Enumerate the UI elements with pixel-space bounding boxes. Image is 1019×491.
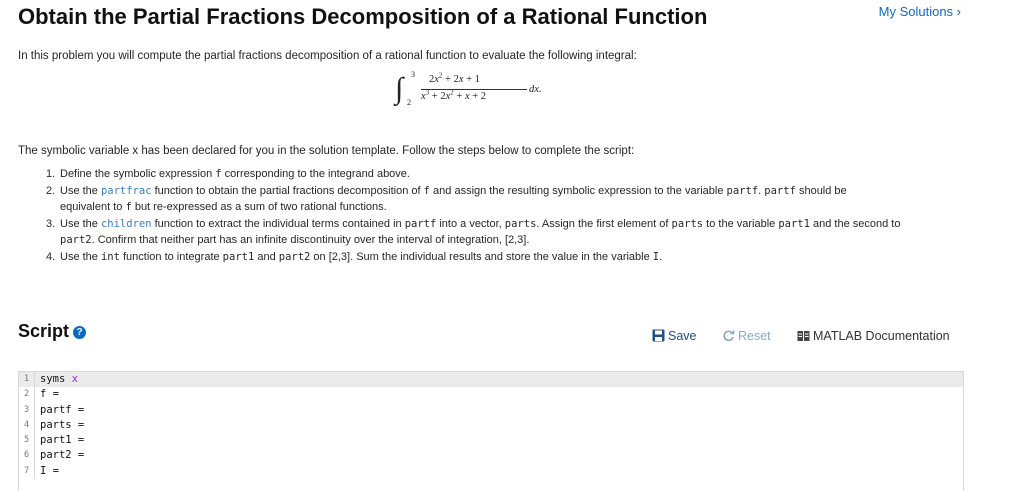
matlab-documentation-link[interactable]: MATLAB Documentation: [797, 329, 950, 343]
code-line[interactable]: 3 partf =: [19, 402, 963, 418]
line-number: 5: [19, 433, 35, 449]
code-editor[interactable]: 1 syms x 2 f = 3 partf = 4 parts = 5 par…: [18, 371, 964, 491]
code-line[interactable]: 4 parts =: [19, 417, 963, 434]
step-item: 4. Use the int function to integrate par…: [46, 250, 663, 263]
line-number: 2: [19, 387, 35, 403]
step-item: 1. Define the symbolic expression f corr…: [46, 168, 410, 180]
line-number: 3: [19, 402, 35, 418]
page-title: Obtain the Partial Fractions Decompositi…: [18, 4, 708, 29]
integrand-numerator: 2x2 + 2x + 1: [429, 71, 480, 85]
integral-dx: dx.: [529, 84, 542, 95]
save-button[interactable]: Save: [652, 329, 697, 343]
step-item: 2. Use the partfrac function to obtain t…: [46, 184, 847, 214]
code-line[interactable]: 6 part2 =: [19, 448, 963, 464]
code-line[interactable]: 5 part1 =: [19, 433, 963, 449]
book-icon: [797, 331, 810, 341]
code-line[interactable]: 7 I =: [19, 463, 963, 480]
code-text[interactable]: I =: [40, 464, 59, 479]
refresh-icon: [723, 330, 735, 342]
children-doc-link[interactable]: children: [101, 218, 152, 230]
code-text[interactable]: syms x: [40, 372, 78, 387]
fraction-bar: [421, 89, 527, 90]
reset-button[interactable]: Reset: [722, 329, 771, 343]
step-item: 3. Use the children function to extract …: [46, 217, 901, 247]
question-circle-icon[interactable]: ?: [73, 326, 87, 339]
line-number: 6: [19, 448, 35, 464]
code-text[interactable]: part2 =: [40, 448, 84, 463]
integral-upper-limit: 3: [411, 70, 415, 79]
code-text[interactable]: f =: [40, 387, 59, 402]
line-number: 7: [19, 463, 35, 480]
script-heading: Script?: [18, 321, 87, 342]
integral-expression: ∫ 3 2 2x2 + 2x + 1 x3 + 2x2 + x + 2 dx.: [395, 70, 575, 112]
code-text[interactable]: partf =: [40, 403, 84, 418]
code-line[interactable]: 2 f =: [19, 387, 963, 403]
code-text[interactable]: part1 =: [40, 433, 84, 448]
instructions-paragraph: The symbolic variable x has been declare…: [18, 145, 635, 157]
integrand-denominator: x3 + 2x2 + x + 2: [421, 88, 487, 102]
code-text[interactable]: parts =: [40, 418, 84, 433]
line-number: 1: [19, 372, 35, 388]
code-line[interactable]: 1 syms x: [19, 372, 963, 388]
line-number: 4: [19, 417, 35, 434]
floppy-disk-icon: [652, 329, 665, 342]
problem-intro: In this problem you will compute the par…: [18, 50, 637, 62]
partfrac-doc-link[interactable]: partfrac: [101, 185, 152, 197]
steps-list: 1. Define the symbolic expression f corr…: [46, 166, 946, 265]
integral-lower-limit: 2: [407, 98, 411, 107]
integral-sign: ∫: [395, 72, 404, 105]
my-solutions-link[interactable]: My Solutions ›: [879, 4, 961, 19]
